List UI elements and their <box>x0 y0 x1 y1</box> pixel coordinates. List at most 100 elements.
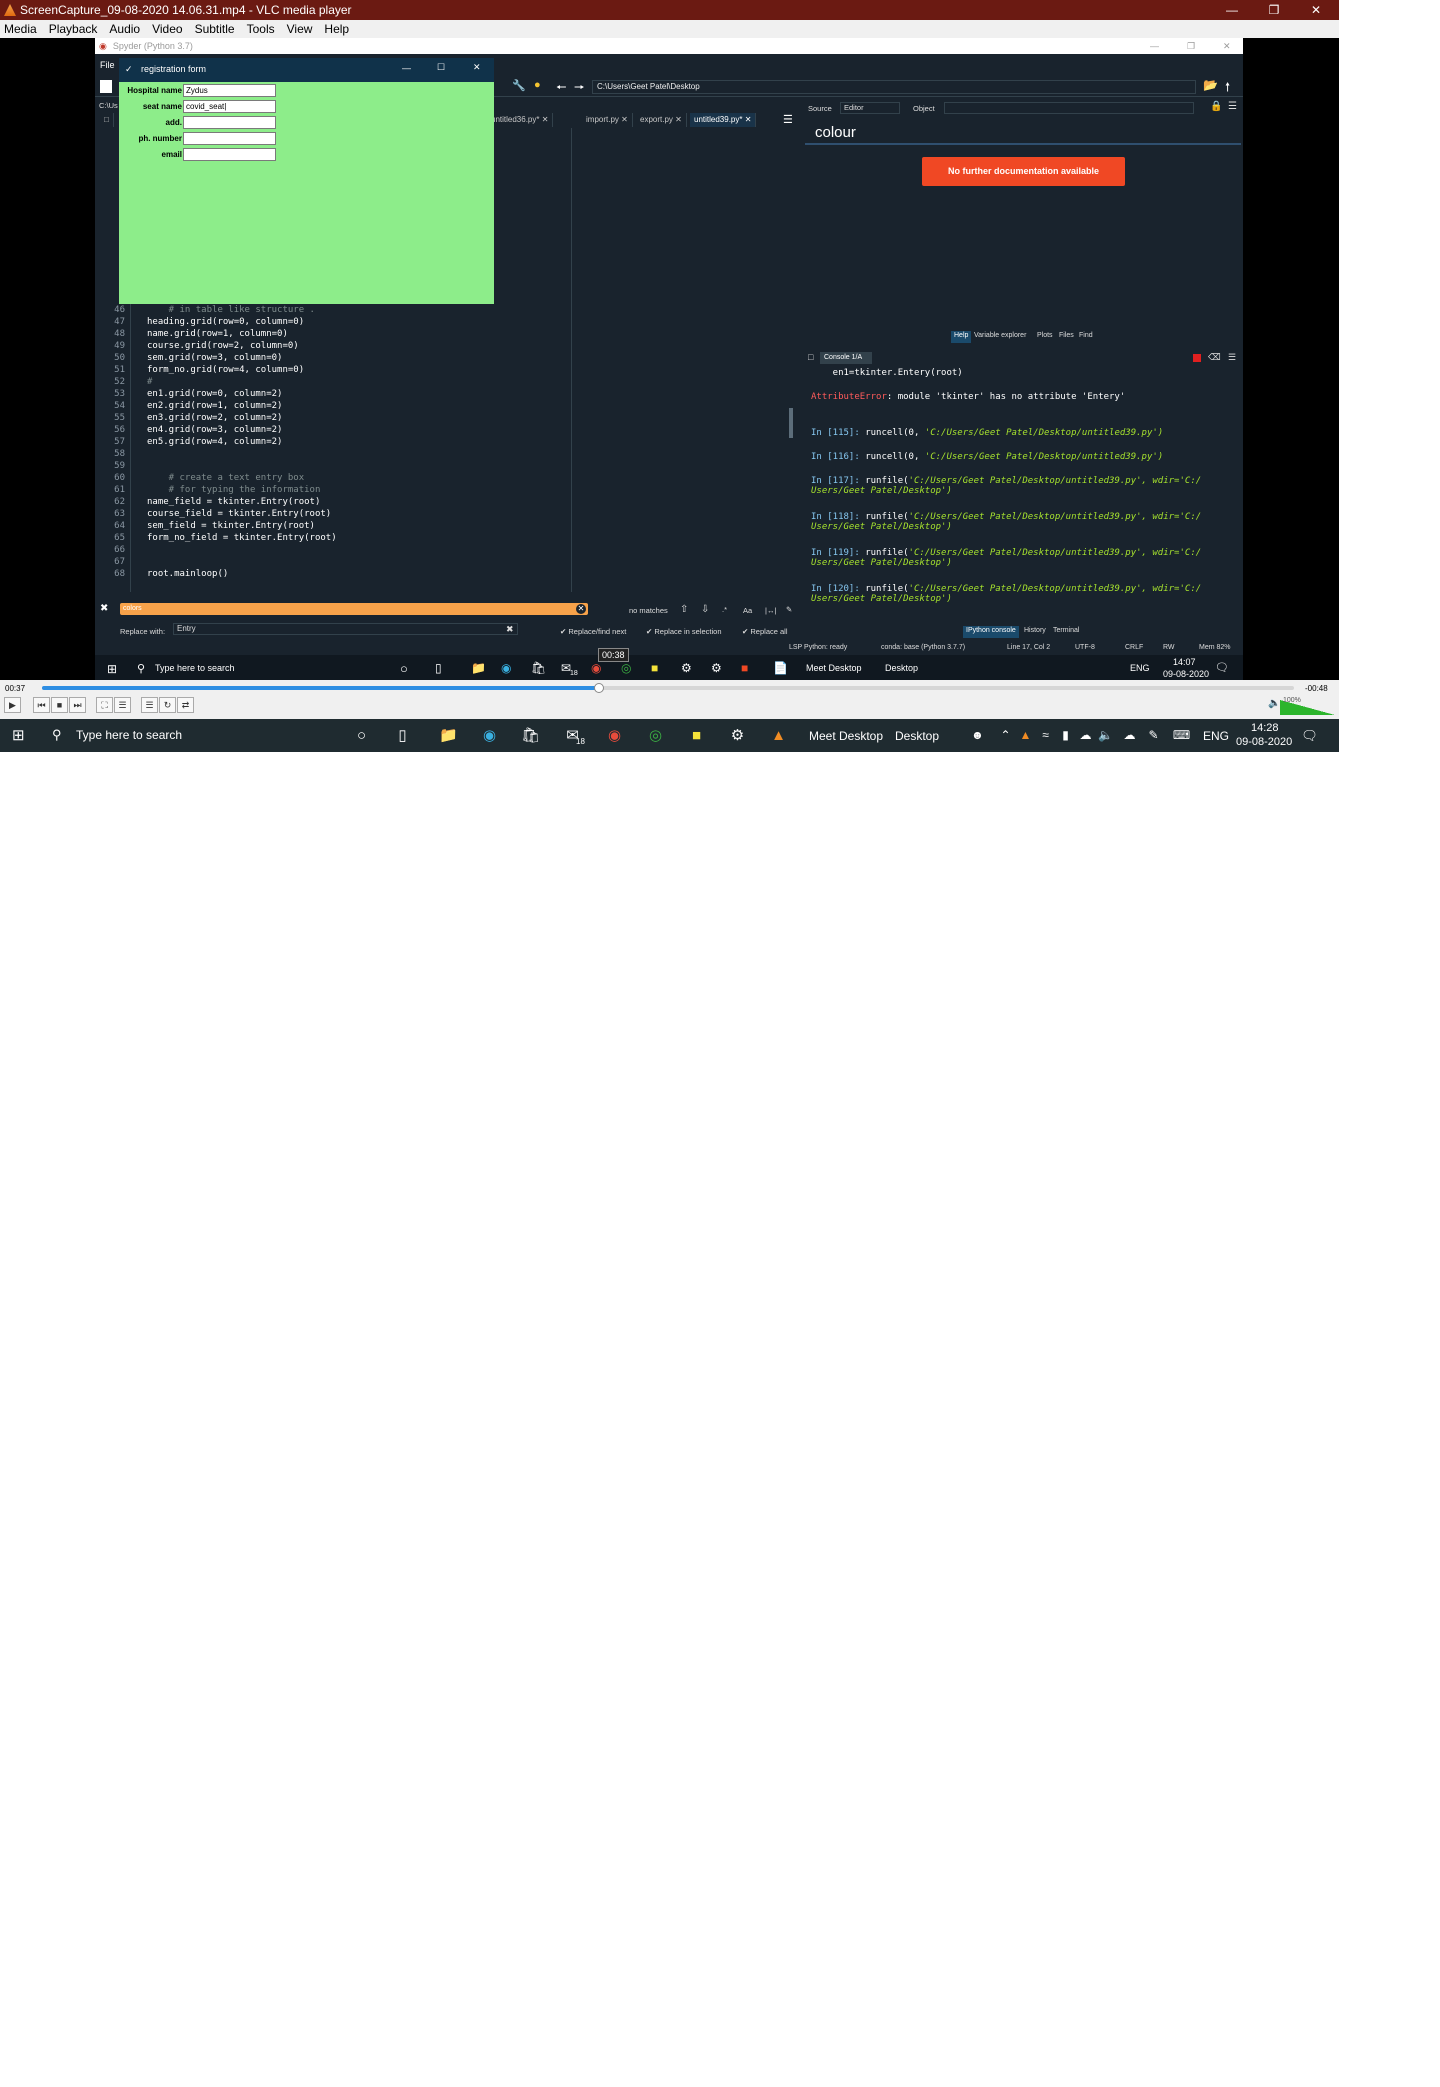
taskbar-search-text[interactable]: Type here to search <box>76 728 182 742</box>
code-line[interactable]: en5.grid(row=4, column=2) <box>147 437 282 447</box>
forward-arrow-icon[interactable]: 🠖 <box>574 78 585 99</box>
clear-replace-icon[interactable]: ✖ <box>506 624 514 635</box>
tab-history[interactable]: History <box>1021 626 1049 638</box>
tab-find[interactable]: Find <box>1076 331 1096 343</box>
settings-icon-2[interactable]: ⚙ <box>711 661 722 675</box>
object-input[interactable] <box>944 102 1194 114</box>
source-select[interactable]: Editor <box>840 102 900 114</box>
case-sensitive-button[interactable]: Aa <box>743 606 752 615</box>
vlc-taskbar-icon[interactable]: ▲ <box>769 726 788 745</box>
wifi-icon[interactable]: ≈ <box>1036 726 1055 745</box>
console-tab[interactable]: Console 1/A <box>820 352 872 364</box>
spyder-close-icon[interactable]: ✕ <box>1223 41 1231 52</box>
onedrive-icon[interactable]: ☁ <box>1076 726 1095 745</box>
replace-all-button[interactable]: ✔ Replace all <box>742 627 788 636</box>
tab-plots[interactable]: Plots <box>1034 331 1056 343</box>
spyder-minimize-icon[interactable]: — <box>1150 41 1159 51</box>
code-line[interactable]: form_no_field = tkinter.Entry(root) <box>147 533 337 543</box>
tab-untitled39[interactable]: untitled39.py* ✕ <box>690 113 757 127</box>
next-button[interactable]: ⏭ <box>69 697 86 713</box>
document-icon[interactable]: 📄 <box>773 661 788 675</box>
registration-form-titlebar[interactable]: ✓ registration form — ☐ ✕ <box>119 58 494 82</box>
settings-icon[interactable]: ⚙ <box>728 726 747 745</box>
clock-time[interactable]: 14:28 <box>1251 722 1279 734</box>
tab-help[interactable]: Help <box>951 331 972 343</box>
loop-button[interactable]: ↻ <box>159 697 176 713</box>
address-input[interactable] <box>183 116 276 129</box>
keyboard-icon[interactable]: ⌨ <box>1172 726 1191 745</box>
tab-untitled36[interactable]: untitled36.py* ✕ <box>487 113 554 127</box>
editor-options-icon[interactable]: ☰ <box>783 113 793 126</box>
edge-icon[interactable]: ◉ <box>501 661 511 675</box>
windows-start-icon[interactable]: ⊞ <box>107 662 117 676</box>
battery-icon[interactable]: ▮ <box>1056 726 1075 745</box>
code-line[interactable]: # create a text entry box <box>147 473 304 483</box>
up-arrow-icon[interactable]: 🠕 <box>1225 78 1230 99</box>
code-line[interactable]: name.grid(row=1, column=0) <box>147 329 288 339</box>
chrome-icon[interactable]: ◉ <box>591 661 601 675</box>
help-options-icon[interactable]: ☰ <box>1228 101 1237 112</box>
email-input[interactable] <box>183 148 276 161</box>
close-find-icon[interactable]: ✖ <box>100 603 108 614</box>
app-icon[interactable]: ■ <box>741 661 748 675</box>
cortana-icon[interactable]: ○ <box>352 726 371 745</box>
spyder-file-menu[interactable]: File <box>100 60 115 70</box>
time-remaining[interactable]: -00:48 <box>1305 684 1328 693</box>
sticky-notes-icon[interactable]: ■ <box>687 726 706 745</box>
play-button[interactable]: ▶ <box>4 697 21 713</box>
eraser-icon[interactable]: ⌫ <box>1208 352 1221 363</box>
notification-icon[interactable]: 🗨 <box>1215 661 1229 674</box>
minimize-icon[interactable]: — <box>1212 0 1252 20</box>
back-arrow-icon[interactable]: 🠔 <box>556 78 567 99</box>
desktop-label[interactable]: Desktop <box>895 729 939 743</box>
form-close-icon[interactable]: ✕ <box>473 62 481 73</box>
pen-icon[interactable]: ✎ <box>1144 726 1163 745</box>
code-line[interactable]: # for typing the information <box>147 485 321 495</box>
language-indicator[interactable]: ENG <box>1130 663 1150 673</box>
people-icon[interactable]: ☻ <box>968 726 987 745</box>
speaker-icon[interactable]: 🔈 <box>1096 726 1115 745</box>
playlist-button[interactable]: ☰ <box>141 697 158 713</box>
code-line[interactable]: course.grid(row=2, column=0) <box>147 341 299 351</box>
menu-audio[interactable]: Audio <box>109 22 140 36</box>
replace-in-selection-button[interactable]: ✔ Replace in selection <box>646 627 722 636</box>
menu-view[interactable]: View <box>287 22 313 36</box>
stop-icon[interactable] <box>1193 354 1201 362</box>
code-line[interactable]: # in table like structure . <box>147 305 315 315</box>
code-line[interactable]: form_no.grid(row=4, column=0) <box>147 365 304 375</box>
seek-handle[interactable] <box>594 683 604 693</box>
volume-icon[interactable]: 🔈 <box>1268 698 1280 709</box>
find-previous-icon[interactable]: ⇧ <box>680 604 688 615</box>
highlight-icon[interactable]: ✎ <box>786 605 792 614</box>
tab-variable-explorer[interactable]: Variable explorer <box>971 331 1029 343</box>
code-line[interactable]: en1.grid(row=0, column=2) <box>147 389 282 399</box>
code-line[interactable]: sem.grid(row=3, column=0) <box>147 353 282 363</box>
edge-icon[interactable]: ◉ <box>480 726 499 745</box>
cloud-icon[interactable]: ☁ <box>1120 726 1139 745</box>
replace-find-next-button[interactable]: ✔ Replace/find next <box>560 627 626 636</box>
language-indicator[interactable]: ENG <box>1203 729 1229 743</box>
seat-name-input[interactable]: covid_seat| <box>183 100 276 113</box>
code-line[interactable]: course_field = tkinter.Entry(root) <box>147 509 331 519</box>
console-browse-icon[interactable]: □ <box>808 352 813 362</box>
sticky-notes-icon[interactable]: ■ <box>651 661 658 675</box>
tab-terminal[interactable]: Terminal <box>1050 626 1082 638</box>
tab-ipython-console[interactable]: IPython console <box>963 626 1019 638</box>
clear-find-icon[interactable]: ✕ <box>576 604 586 614</box>
code-line[interactable]: en3.grid(row=2, column=2) <box>147 413 282 423</box>
cortana-icon[interactable]: ○ <box>400 661 408 676</box>
lock-icon[interactable]: 🔒 <box>1210 101 1222 112</box>
form-minimize-icon[interactable]: — <box>402 63 411 73</box>
code-line[interactable]: en2.grid(row=1, column=2) <box>147 401 282 411</box>
meet-desktop-label[interactable]: Meet Desktop <box>806 663 862 673</box>
chrome-icon[interactable]: ◉ <box>605 726 624 745</box>
meet-desktop-label[interactable]: Meet Desktop <box>809 729 883 743</box>
windows-start-icon[interactable]: ⊞ <box>12 726 25 744</box>
desktop-label[interactable]: Desktop <box>885 663 918 673</box>
python-icon[interactable]: ● <box>534 79 541 91</box>
task-view-icon[interactable]: ▯ <box>435 661 442 675</box>
working-directory-input[interactable]: C:\Users\Geet Patel\Desktop <box>592 80 1196 94</box>
fullscreen-button[interactable]: ⛶ <box>96 697 113 713</box>
restore-icon[interactable]: ❐ <box>1254 0 1294 20</box>
anaconda-icon[interactable]: ◎ <box>621 661 631 675</box>
